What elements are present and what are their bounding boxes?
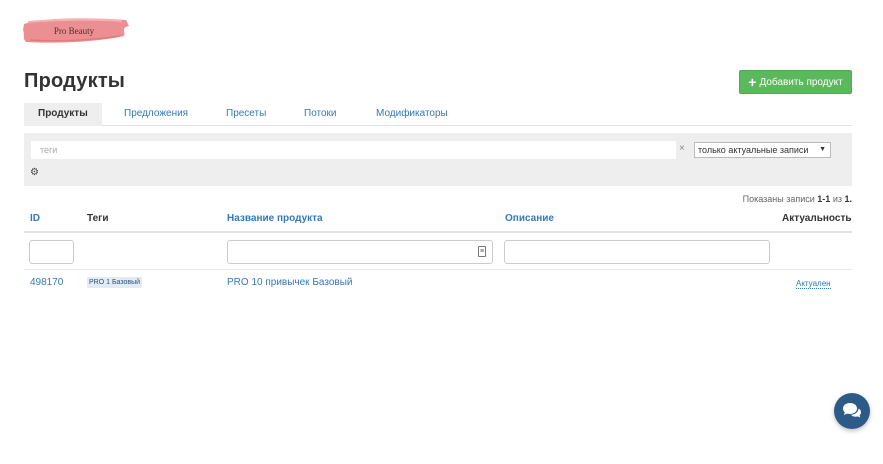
column-header-description[interactable]: Описание xyxy=(505,213,554,224)
close-icon[interactable]: × xyxy=(679,143,685,154)
filter-panel: теги × только актуальные записи ▼ ⚙ xyxy=(24,133,852,186)
records-total: 1. xyxy=(844,194,852,204)
logo-text: Pro Beauty xyxy=(53,26,95,36)
header-divider xyxy=(24,231,852,233)
column-header-id[interactable]: ID xyxy=(30,213,40,224)
status-select-value: только актуальные записи xyxy=(698,145,809,155)
column-header-name[interactable]: Название продукта xyxy=(227,213,323,224)
records-range: 1-1 xyxy=(817,194,831,204)
column-header-tags: Теги xyxy=(87,213,109,224)
tags-filter-input[interactable]: теги xyxy=(31,141,676,159)
page-title: Продукты xyxy=(24,70,126,92)
plus-icon: + xyxy=(748,73,757,90)
add-product-button[interactable]: + Добавить продукт xyxy=(739,70,852,94)
status-select[interactable]: только актуальные записи ▼ xyxy=(694,142,831,158)
tab-offers[interactable]: Предложения xyxy=(124,103,188,126)
tab-presets[interactable]: Пресеты xyxy=(226,103,266,126)
add-product-label: Добавить продукт xyxy=(759,76,843,88)
id-filter-input[interactable] xyxy=(29,240,74,264)
column-header-status: Актуальность xyxy=(782,213,852,224)
records-prefix: Показаны записи xyxy=(742,194,815,204)
status-toggle[interactable]: Актуален xyxy=(796,279,831,289)
product-name-link[interactable]: PRO 10 привычек Базовый xyxy=(227,277,352,288)
filter-icon[interactable]: ≡ xyxy=(478,246,486,257)
tab-streams[interactable]: Потоки xyxy=(304,103,337,126)
chat-button[interactable] xyxy=(834,393,870,429)
brand-logo[interactable]: Pro Beauty xyxy=(22,14,132,46)
row-divider xyxy=(24,269,852,270)
tab-products[interactable]: Продукты xyxy=(24,103,102,126)
records-of: из xyxy=(832,194,842,204)
tag-badge[interactable]: PRO 1 Базовый xyxy=(87,277,143,288)
tab-bar: Продукты Предложения Пресеты Потоки Моди… xyxy=(24,103,852,126)
chat-icon xyxy=(843,403,861,418)
name-filter-input[interactable]: ≡ xyxy=(227,240,493,264)
records-summary: Показаны записи 1-1 из 1. xyxy=(743,194,852,204)
tab-modifiers[interactable]: Модификаторы xyxy=(376,103,448,126)
product-id-link[interactable]: 498170 xyxy=(30,277,63,288)
caret-down-icon: ▼ xyxy=(819,146,826,153)
gear-icon[interactable]: ⚙ xyxy=(30,167,39,178)
description-filter-input[interactable] xyxy=(504,240,770,264)
